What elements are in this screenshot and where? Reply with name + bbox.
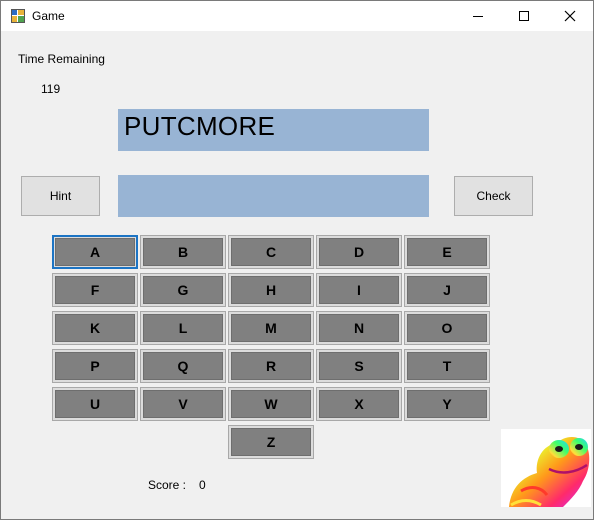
hint-button[interactable]: Hint (21, 176, 100, 216)
score-label: Score : (148, 478, 187, 492)
key-e[interactable]: E (404, 235, 490, 269)
key-label: C (231, 238, 311, 266)
close-button[interactable] (547, 1, 593, 31)
key-label: D (319, 238, 399, 266)
key-label: E (407, 238, 487, 266)
app-icon (11, 9, 25, 23)
key-label: G (143, 276, 223, 304)
key-g[interactable]: G (140, 273, 226, 307)
key-k[interactable]: K (52, 311, 138, 345)
key-label: L (143, 314, 223, 342)
title-bar: Game (1, 1, 593, 31)
key-n[interactable]: N (316, 311, 402, 345)
key-label: B (143, 238, 223, 266)
key-label: N (319, 314, 399, 342)
key-s[interactable]: S (316, 349, 402, 383)
key-v[interactable]: V (140, 387, 226, 421)
key-i[interactable]: I (316, 273, 402, 307)
key-t[interactable]: T (404, 349, 490, 383)
key-label: M (231, 314, 311, 342)
key-label: F (55, 276, 135, 304)
maximize-icon (519, 11, 529, 21)
key-label: W (231, 390, 311, 418)
key-label: V (143, 390, 223, 418)
answer-input[interactable] (118, 175, 429, 217)
key-label: T (407, 352, 487, 380)
key-d[interactable]: D (316, 235, 402, 269)
key-label: X (319, 390, 399, 418)
frog-icon (509, 437, 590, 507)
key-label: O (407, 314, 487, 342)
maximize-button[interactable] (501, 1, 547, 31)
key-o[interactable]: O (404, 311, 490, 345)
close-icon (564, 10, 576, 22)
key-q[interactable]: Q (140, 349, 226, 383)
window-title: Game (32, 9, 65, 23)
key-label: A (55, 238, 135, 266)
key-label: P (55, 352, 135, 380)
game-window: Game Time Remaining 119 PUTCMORE Hint Ch… (0, 0, 594, 520)
key-label: R (231, 352, 311, 380)
key-label: Z (231, 428, 311, 456)
key-a[interactable]: A (52, 235, 138, 269)
check-button[interactable]: Check (454, 176, 533, 216)
time-remaining-value: 119 (41, 82, 61, 96)
key-m[interactable]: M (228, 311, 314, 345)
key-label: K (55, 314, 135, 342)
key-z[interactable]: Z (228, 425, 314, 459)
minimize-button[interactable] (455, 1, 501, 31)
minimize-icon (473, 16, 483, 17)
score-value: 0 (199, 478, 206, 492)
key-c[interactable]: C (228, 235, 314, 269)
key-u[interactable]: U (52, 387, 138, 421)
key-label: S (319, 352, 399, 380)
key-r[interactable]: R (228, 349, 314, 383)
key-f[interactable]: F (52, 273, 138, 307)
key-label: Y (407, 390, 487, 418)
key-label: I (319, 276, 399, 304)
key-x[interactable]: X (316, 387, 402, 421)
key-p[interactable]: P (52, 349, 138, 383)
key-l[interactable]: L (140, 311, 226, 345)
key-h[interactable]: H (228, 273, 314, 307)
scrambled-word-box: PUTCMORE (118, 109, 429, 151)
key-label: U (55, 390, 135, 418)
key-w[interactable]: W (228, 387, 314, 421)
rainbow-frog-image (501, 429, 591, 507)
time-remaining-label: Time Remaining (18, 52, 105, 66)
key-label: Q (143, 352, 223, 380)
key-b[interactable]: B (140, 235, 226, 269)
key-j[interactable]: J (404, 273, 490, 307)
key-label: J (407, 276, 487, 304)
scrambled-word: PUTCMORE (124, 111, 276, 141)
key-y[interactable]: Y (404, 387, 490, 421)
key-label: H (231, 276, 311, 304)
